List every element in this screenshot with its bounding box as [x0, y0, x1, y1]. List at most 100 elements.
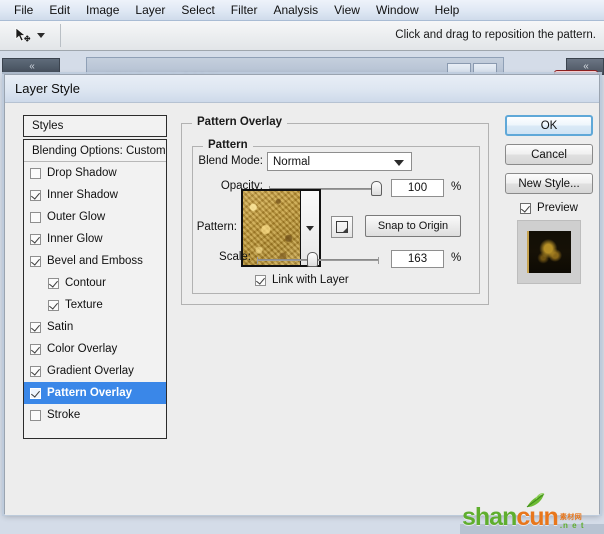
style-row-pattern-overlay[interactable]: Pattern Overlay — [24, 382, 166, 404]
style-row-outer-glow[interactable]: Outer Glow — [24, 206, 166, 228]
preview-checkbox-row[interactable]: Preview — [505, 202, 593, 214]
watermark-bar — [460, 524, 604, 534]
pattern-legend: Pattern — [203, 139, 253, 151]
style-label-satin: Satin — [47, 321, 74, 333]
styles-header-button[interactable]: Styles — [23, 115, 167, 137]
style-label-color-overlay: Color Overlay — [47, 343, 118, 355]
scale-label: Scale: — [219, 251, 251, 263]
menu-item-image[interactable]: Image — [78, 1, 127, 19]
menu-item-edit[interactable]: Edit — [41, 1, 78, 19]
checkbox-inner-shadow[interactable] — [30, 189, 41, 201]
checkbox-gradient-overlay[interactable] — [30, 365, 41, 377]
link-with-layer-label: Link with Layer — [272, 274, 349, 286]
move-tool-cursor-icon — [14, 26, 32, 45]
blend-mode-value: Normal — [273, 155, 311, 168]
style-label-outer-glow: Outer Glow — [47, 211, 106, 223]
checkbox-contour[interactable] — [48, 277, 59, 289]
style-row-satin[interactable]: Satin — [24, 316, 166, 338]
style-label-contour: Contour — [65, 277, 106, 289]
menu-item-select[interactable]: Select — [173, 1, 222, 19]
golden-texture-pattern-swatch[interactable] — [243, 191, 301, 265]
pattern-overlay-legend: Pattern Overlay — [192, 116, 288, 128]
style-row-bevel-and-emboss[interactable]: Bevel and Emboss — [24, 250, 166, 272]
menu-item-file[interactable]: File — [6, 1, 41, 19]
chevron-down-icon — [394, 160, 404, 166]
layer-preview-thumbnail — [527, 231, 571, 273]
checkbox-satin[interactable] — [30, 321, 41, 333]
style-label-stroke: Stroke — [47, 409, 81, 421]
style-label-inner-glow: Inner Glow — [47, 233, 103, 245]
style-label-gradient-overlay: Gradient Overlay — [47, 365, 134, 377]
settings-panel: Pattern Overlay Pattern Blend Mode: Norm… — [181, 115, 489, 497]
dialog-button-column: OK Cancel New Style... Preview — [505, 115, 593, 284]
tool-options-bar: Click and drag to reposition the pattern… — [0, 21, 604, 51]
menu-item-view[interactable]: View — [326, 1, 368, 19]
style-row-inner-glow[interactable]: Inner Glow — [24, 228, 166, 250]
menu-item-analysis[interactable]: Analysis — [265, 1, 326, 19]
checkbox-outer-glow[interactable] — [30, 211, 41, 223]
style-row-color-overlay[interactable]: Color Overlay — [24, 338, 166, 360]
scale-slider-thumb[interactable] — [307, 252, 318, 267]
preview-thumbnail-frame — [517, 220, 581, 284]
chevron-down-icon — [306, 225, 315, 231]
checkbox-link-with-layer[interactable] — [255, 274, 266, 286]
cancel-button[interactable]: Cancel — [505, 144, 593, 165]
style-row-texture[interactable]: Texture — [24, 294, 166, 316]
style-label-texture: Texture — [65, 299, 103, 311]
style-row-gradient-overlay[interactable]: Gradient Overlay — [24, 360, 166, 382]
checkbox-stroke[interactable] — [30, 409, 41, 421]
snap-to-origin-button[interactable]: Snap to Origin — [365, 215, 461, 237]
styles-column: Styles Blending Options: Custom Drop Sha… — [23, 115, 167, 439]
checkbox-color-overlay[interactable] — [30, 343, 41, 355]
blend-mode-select[interactable]: Normal — [267, 152, 412, 171]
menu-item-filter[interactable]: Filter — [223, 1, 266, 19]
style-row-stroke[interactable]: Stroke — [24, 404, 166, 426]
scale-input[interactable]: 163 — [391, 250, 444, 268]
menu-bar: File Edit Image Layer Select Filter Anal… — [0, 0, 604, 21]
ok-button-label: OK — [540, 119, 558, 132]
opacity-unit: % — [451, 181, 462, 193]
scale-slider-track[interactable] — [257, 257, 379, 264]
blend-mode-label: Blend Mode: — [198, 155, 263, 167]
style-row-inner-shadow[interactable]: Inner Shadow — [24, 184, 166, 206]
checkbox-texture[interactable] — [48, 299, 59, 311]
checkbox-inner-glow[interactable] — [30, 233, 41, 245]
opacity-input[interactable]: 100 — [391, 179, 444, 197]
pattern-group: Pattern Blend Mode: Normal Opacity: 100 … — [192, 139, 480, 294]
scale-unit: % — [451, 252, 462, 264]
ok-button[interactable]: OK — [505, 115, 593, 136]
link-with-layer-row[interactable]: Link with Layer — [255, 274, 349, 286]
menu-item-window[interactable]: Window — [368, 1, 427, 19]
preview-label: Preview — [537, 202, 578, 214]
style-row-blending-options[interactable]: Blending Options: Custom — [24, 140, 166, 162]
layer-style-dialog: Layer Style Styles Blending Options: Cus… — [4, 74, 600, 515]
styles-list: Blending Options: Custom Drop Shadow Inn… — [23, 139, 167, 439]
menu-item-layer[interactable]: Layer — [127, 1, 173, 19]
new-preset-button[interactable] — [331, 216, 353, 238]
new-style-button[interactable]: New Style... — [505, 173, 593, 194]
active-tool-group[interactable] — [12, 24, 61, 47]
dialog-titlebar[interactable]: Layer Style — [5, 75, 599, 103]
style-label-pattern-overlay: Pattern Overlay — [47, 387, 133, 399]
dialog-body: Styles Blending Options: Custom Drop Sha… — [5, 103, 599, 515]
snap-to-origin-label: Snap to Origin — [377, 220, 449, 232]
new-style-button-label: New Style... — [518, 177, 580, 190]
style-label-inner-shadow: Inner Shadow — [47, 189, 118, 201]
checkbox-preview[interactable] — [520, 202, 532, 214]
watermark-cn-text: 素材网 — [559, 514, 583, 522]
double-chevron-left-icon: « — [29, 60, 34, 72]
left-panel-collapse-button[interactable]: « — [2, 58, 60, 74]
tool-preset-chevron-down-icon[interactable] — [37, 33, 45, 38]
opacity-slider-thumb[interactable] — [371, 181, 382, 196]
style-label-blending-options: Blending Options: Custom — [32, 144, 166, 157]
pattern-overlay-group: Pattern Overlay Pattern Blend Mode: Norm… — [181, 116, 489, 305]
options-hint-text: Click and drag to reposition the pattern… — [395, 29, 596, 41]
style-row-contour[interactable]: Contour — [24, 272, 166, 294]
checkbox-pattern-overlay[interactable] — [30, 387, 41, 399]
checkbox-bevel-and-emboss[interactable] — [30, 255, 41, 267]
new-preset-icon — [336, 221, 348, 233]
menu-item-help[interactable]: Help — [427, 1, 468, 19]
style-label-drop-shadow: Drop Shadow — [47, 167, 117, 179]
checkbox-drop-shadow[interactable] — [30, 167, 41, 179]
style-row-drop-shadow[interactable]: Drop Shadow — [24, 162, 166, 184]
